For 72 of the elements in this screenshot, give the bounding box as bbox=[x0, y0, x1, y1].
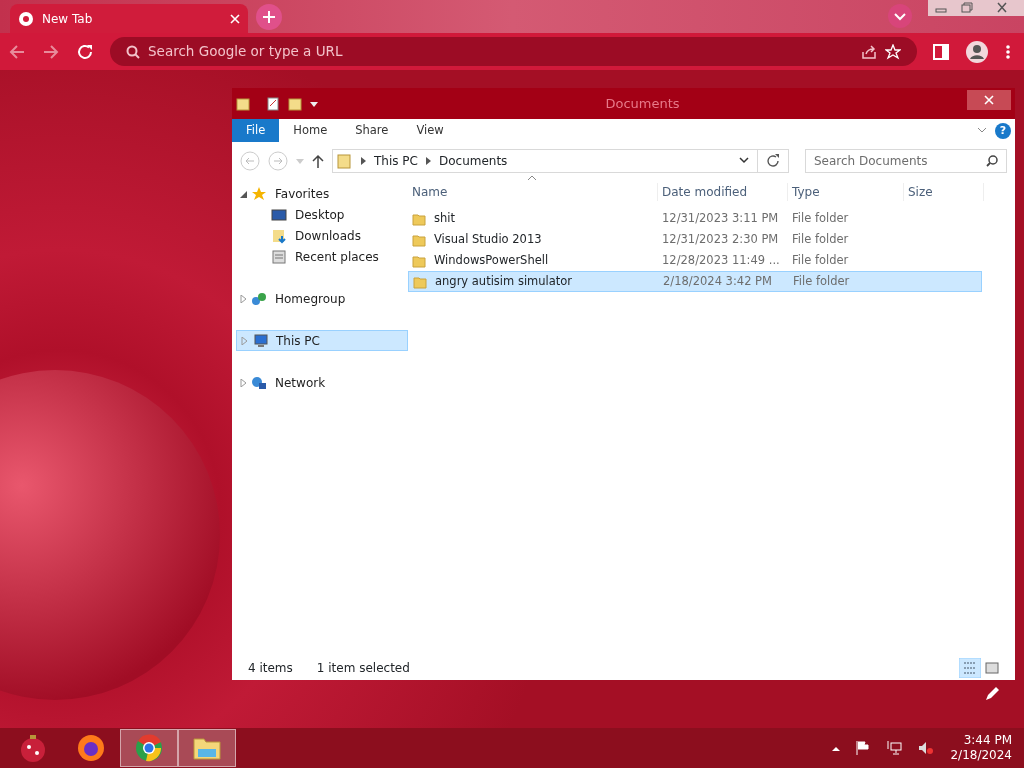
star-icon bbox=[251, 185, 267, 202]
search-icon bbox=[126, 44, 140, 59]
network-icon bbox=[251, 290, 267, 307]
muted-speaker-icon[interactable] bbox=[918, 741, 935, 755]
expanded-arrow-icon[interactable] bbox=[240, 189, 247, 198]
close-icon[interactable] bbox=[984, 94, 994, 105]
nav-item[interactable]: Recent places bbox=[236, 246, 408, 267]
selection-count: 1 item selected bbox=[316, 659, 410, 677]
taskbar-app[interactable] bbox=[120, 729, 178, 767]
document-icon bbox=[271, 248, 287, 265]
breadcrumb-item[interactable]: Documents bbox=[438, 151, 508, 170]
profile-icon[interactable] bbox=[965, 39, 989, 64]
address-bar[interactable]: Search Google or type a URL bbox=[110, 37, 917, 66]
nav-item[interactable]: Downloads bbox=[236, 225, 408, 246]
expand-ribbon-icon[interactable] bbox=[977, 126, 987, 135]
column-header[interactable]: Type bbox=[788, 182, 904, 201]
large-icons-view-icon[interactable] bbox=[985, 661, 999, 674]
new-tab-icon[interactable] bbox=[256, 4, 282, 30]
file-row[interactable]: angry autisim simulator 2/18/2024 3:42 PM File folder bbox=[408, 271, 982, 292]
network-icon bbox=[251, 374, 267, 391]
caret-up-icon[interactable] bbox=[832, 745, 841, 751]
file-row[interactable]: Visual Studio 2013 12/31/2023 2:30 PM File folder bbox=[408, 229, 982, 250]
collapsed-arrow-icon[interactable] bbox=[240, 294, 247, 303]
browser-logo-icon bbox=[18, 10, 34, 27]
refresh-icon[interactable] bbox=[766, 153, 780, 168]
clock[interactable]: 3:44 PM 2/18/2024 bbox=[950, 733, 1012, 763]
collapsed-arrow-icon[interactable] bbox=[240, 378, 247, 387]
breadcrumb-item[interactable]: This PC bbox=[374, 151, 418, 170]
window-title: Documents bbox=[604, 94, 681, 113]
pen-icon[interactable] bbox=[984, 686, 1000, 702]
column-header[interactable]: Name bbox=[408, 182, 658, 201]
address-placeholder: Search Google or type a URL bbox=[148, 42, 343, 62]
nav-item[interactable]: Desktop bbox=[236, 204, 408, 225]
file-row[interactable]: WindowsPowerShell 12/28/2023 11:49 ... File folder bbox=[408, 250, 982, 271]
side-panel-icon[interactable] bbox=[933, 43, 949, 60]
nav-item[interactable]: This PC bbox=[236, 330, 408, 351]
monitor-icon bbox=[271, 206, 287, 223]
browser-tab[interactable]: New Tab bbox=[10, 4, 248, 33]
nav-item[interactable]: Network bbox=[236, 372, 408, 393]
column-header[interactable]: Size bbox=[904, 182, 984, 201]
taskbar-app[interactable] bbox=[178, 729, 236, 767]
close-icon[interactable] bbox=[980, 0, 1024, 16]
browser-logo-icon bbox=[134, 733, 164, 763]
flag-icon[interactable] bbox=[856, 741, 871, 755]
help-icon[interactable]: ? bbox=[995, 122, 1011, 139]
computer-icon bbox=[252, 332, 268, 349]
details-view-icon[interactable] bbox=[959, 657, 981, 678]
column-header[interactable]: Date modified bbox=[658, 182, 788, 201]
reload-icon[interactable] bbox=[76, 42, 94, 61]
tab-search-icon[interactable] bbox=[888, 4, 912, 28]
properties-icon[interactable] bbox=[266, 96, 280, 111]
ornament-icon bbox=[18, 733, 48, 763]
ribbon-tab[interactable]: File bbox=[232, 119, 280, 142]
close-button[interactable] bbox=[967, 89, 1011, 110]
menu-icon[interactable] bbox=[1005, 43, 1011, 60]
nav-item[interactable]: Homegroup bbox=[236, 288, 408, 309]
nav-item[interactable]: Favorites bbox=[236, 183, 408, 204]
search-icon bbox=[986, 154, 998, 167]
chevron-icon[interactable] bbox=[425, 156, 431, 165]
up-arrow-icon[interactable] bbox=[312, 153, 324, 168]
file-row[interactable]: shit 12/31/2023 3:11 PM File folder bbox=[408, 208, 982, 229]
close-icon[interactable] bbox=[230, 14, 240, 24]
search-field[interactable]: Search Documents bbox=[805, 148, 1007, 173]
address-field[interactable]: This PC Documents bbox=[332, 148, 789, 173]
star-icon[interactable] bbox=[885, 43, 901, 60]
search-placeholder: Search Documents bbox=[814, 152, 928, 170]
share-icon[interactable] bbox=[861, 43, 877, 60]
dropdown-icon[interactable] bbox=[739, 156, 749, 165]
chevron-icon[interactable] bbox=[361, 156, 366, 165]
network-icon[interactable] bbox=[886, 741, 903, 755]
item-count: 4 items bbox=[248, 659, 293, 677]
caret-icon[interactable] bbox=[310, 99, 318, 108]
